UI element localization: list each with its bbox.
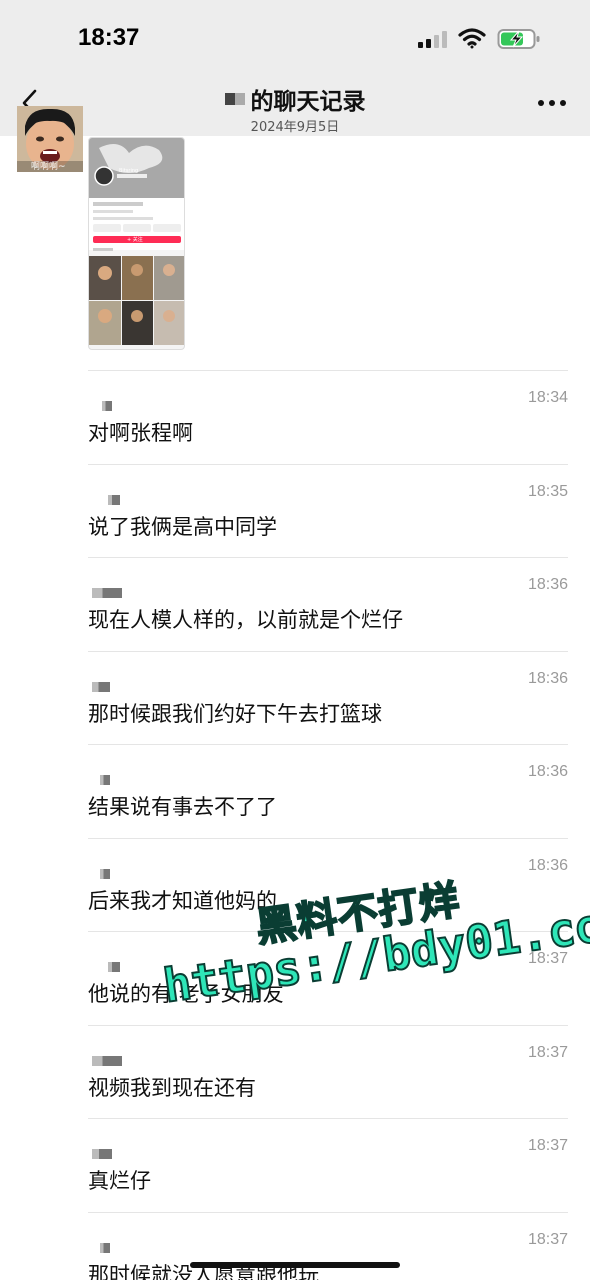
wifi-icon (458, 28, 486, 49)
avatar-caption: 啊啊啊~ (31, 162, 66, 172)
avatar[interactable]: 啊啊啊~ (17, 106, 83, 172)
redacted-sender (102, 401, 112, 411)
battery-charging-icon (497, 29, 540, 49)
list-item[interactable]: 18:37 视频我到现在还有 (88, 1024, 568, 1119)
redacted-sender (108, 494, 120, 505)
list-item[interactable]: 18:36 结果说有事去不了了 (88, 744, 568, 838)
list-item[interactable]: 18:36 后来我才知道他妈的 (88, 837, 568, 932)
chat-header: 的聊天记录 2024年9月5日 (0, 80, 590, 136)
message-text: 结果说有事去不了了 (88, 795, 277, 819)
message-text: 真烂仔 (88, 1169, 151, 1193)
message-text: 现在人模人样的，以前就是个烂仔 (88, 608, 403, 632)
redacted-sender (100, 775, 110, 785)
title-block: 的聊天记录 2024年9月5日 (140, 82, 450, 135)
message-time: 18:37 (527, 1230, 568, 1248)
chat-title-text: 的聊天记录 (250, 88, 366, 114)
chat-date: 2024年9月5日 (250, 120, 340, 135)
follow-button: + 关注 (127, 237, 143, 243)
redacted-sender (92, 1149, 112, 1159)
profile-name: Bitsring (119, 168, 139, 174)
message-text: 对啊张程啊 (88, 421, 193, 445)
list-item[interactable]: 18:34 对啊张程啊 (88, 370, 568, 464)
redacted-name (224, 93, 245, 105)
redacted-sender (92, 681, 110, 692)
message-time: 18:36 (527, 763, 568, 780)
redacted-sender (100, 868, 110, 879)
message-time: 18:34 (527, 389, 568, 406)
list-item[interactable]: 18:37 他说的有 老子女朋友 (88, 931, 568, 1025)
list-item[interactable]: 18:37 那时候就没人愿意跟他玩 (88, 1211, 568, 1280)
message-time: 18:37 (527, 1043, 568, 1061)
message-time: 18:36 (527, 669, 568, 687)
cellular-signal-icon (418, 30, 450, 48)
message-time: 18:35 (527, 482, 568, 500)
more-options-icon[interactable] (538, 100, 566, 106)
message-time: 18:37 (527, 1137, 568, 1154)
message-time: 18:37 (527, 950, 568, 967)
message-text: 他说的有 老子女朋友 (88, 982, 284, 1006)
redacted-sender (92, 1055, 122, 1066)
redacted-sender (92, 588, 122, 598)
home-indicator[interactable] (190, 1262, 400, 1268)
list-item[interactable]: 18:36 现在人模人样的，以前就是个烂仔 (88, 557, 568, 651)
redacted-sender (108, 962, 120, 972)
status-bar: 18:37 (0, 0, 590, 80)
message-time: 18:36 (527, 576, 568, 593)
message-time: 18:36 (527, 856, 568, 874)
list-item[interactable]: 18:37 真烂仔 (88, 1118, 568, 1212)
message-text: 后来我才知道他妈的 (88, 888, 277, 913)
shared-screenshot-image[interactable]: Bitsring + 关注 (88, 137, 185, 350)
message-text: 那时候跟我们约好下午去打篮球 (88, 701, 382, 726)
status-time: 18:37 (78, 24, 140, 51)
list-item[interactable]: 18:35 说了我俩是高中同学 (88, 463, 568, 558)
redacted-sender (100, 1242, 110, 1253)
list-item[interactable]: 18:36 那时候跟我们约好下午去打篮球 (88, 650, 568, 745)
chat-title: 的聊天记录 (224, 82, 366, 116)
message-text: 说了我俩是高中同学 (88, 514, 277, 539)
message-text: 视频我到现在还有 (88, 1075, 256, 1100)
